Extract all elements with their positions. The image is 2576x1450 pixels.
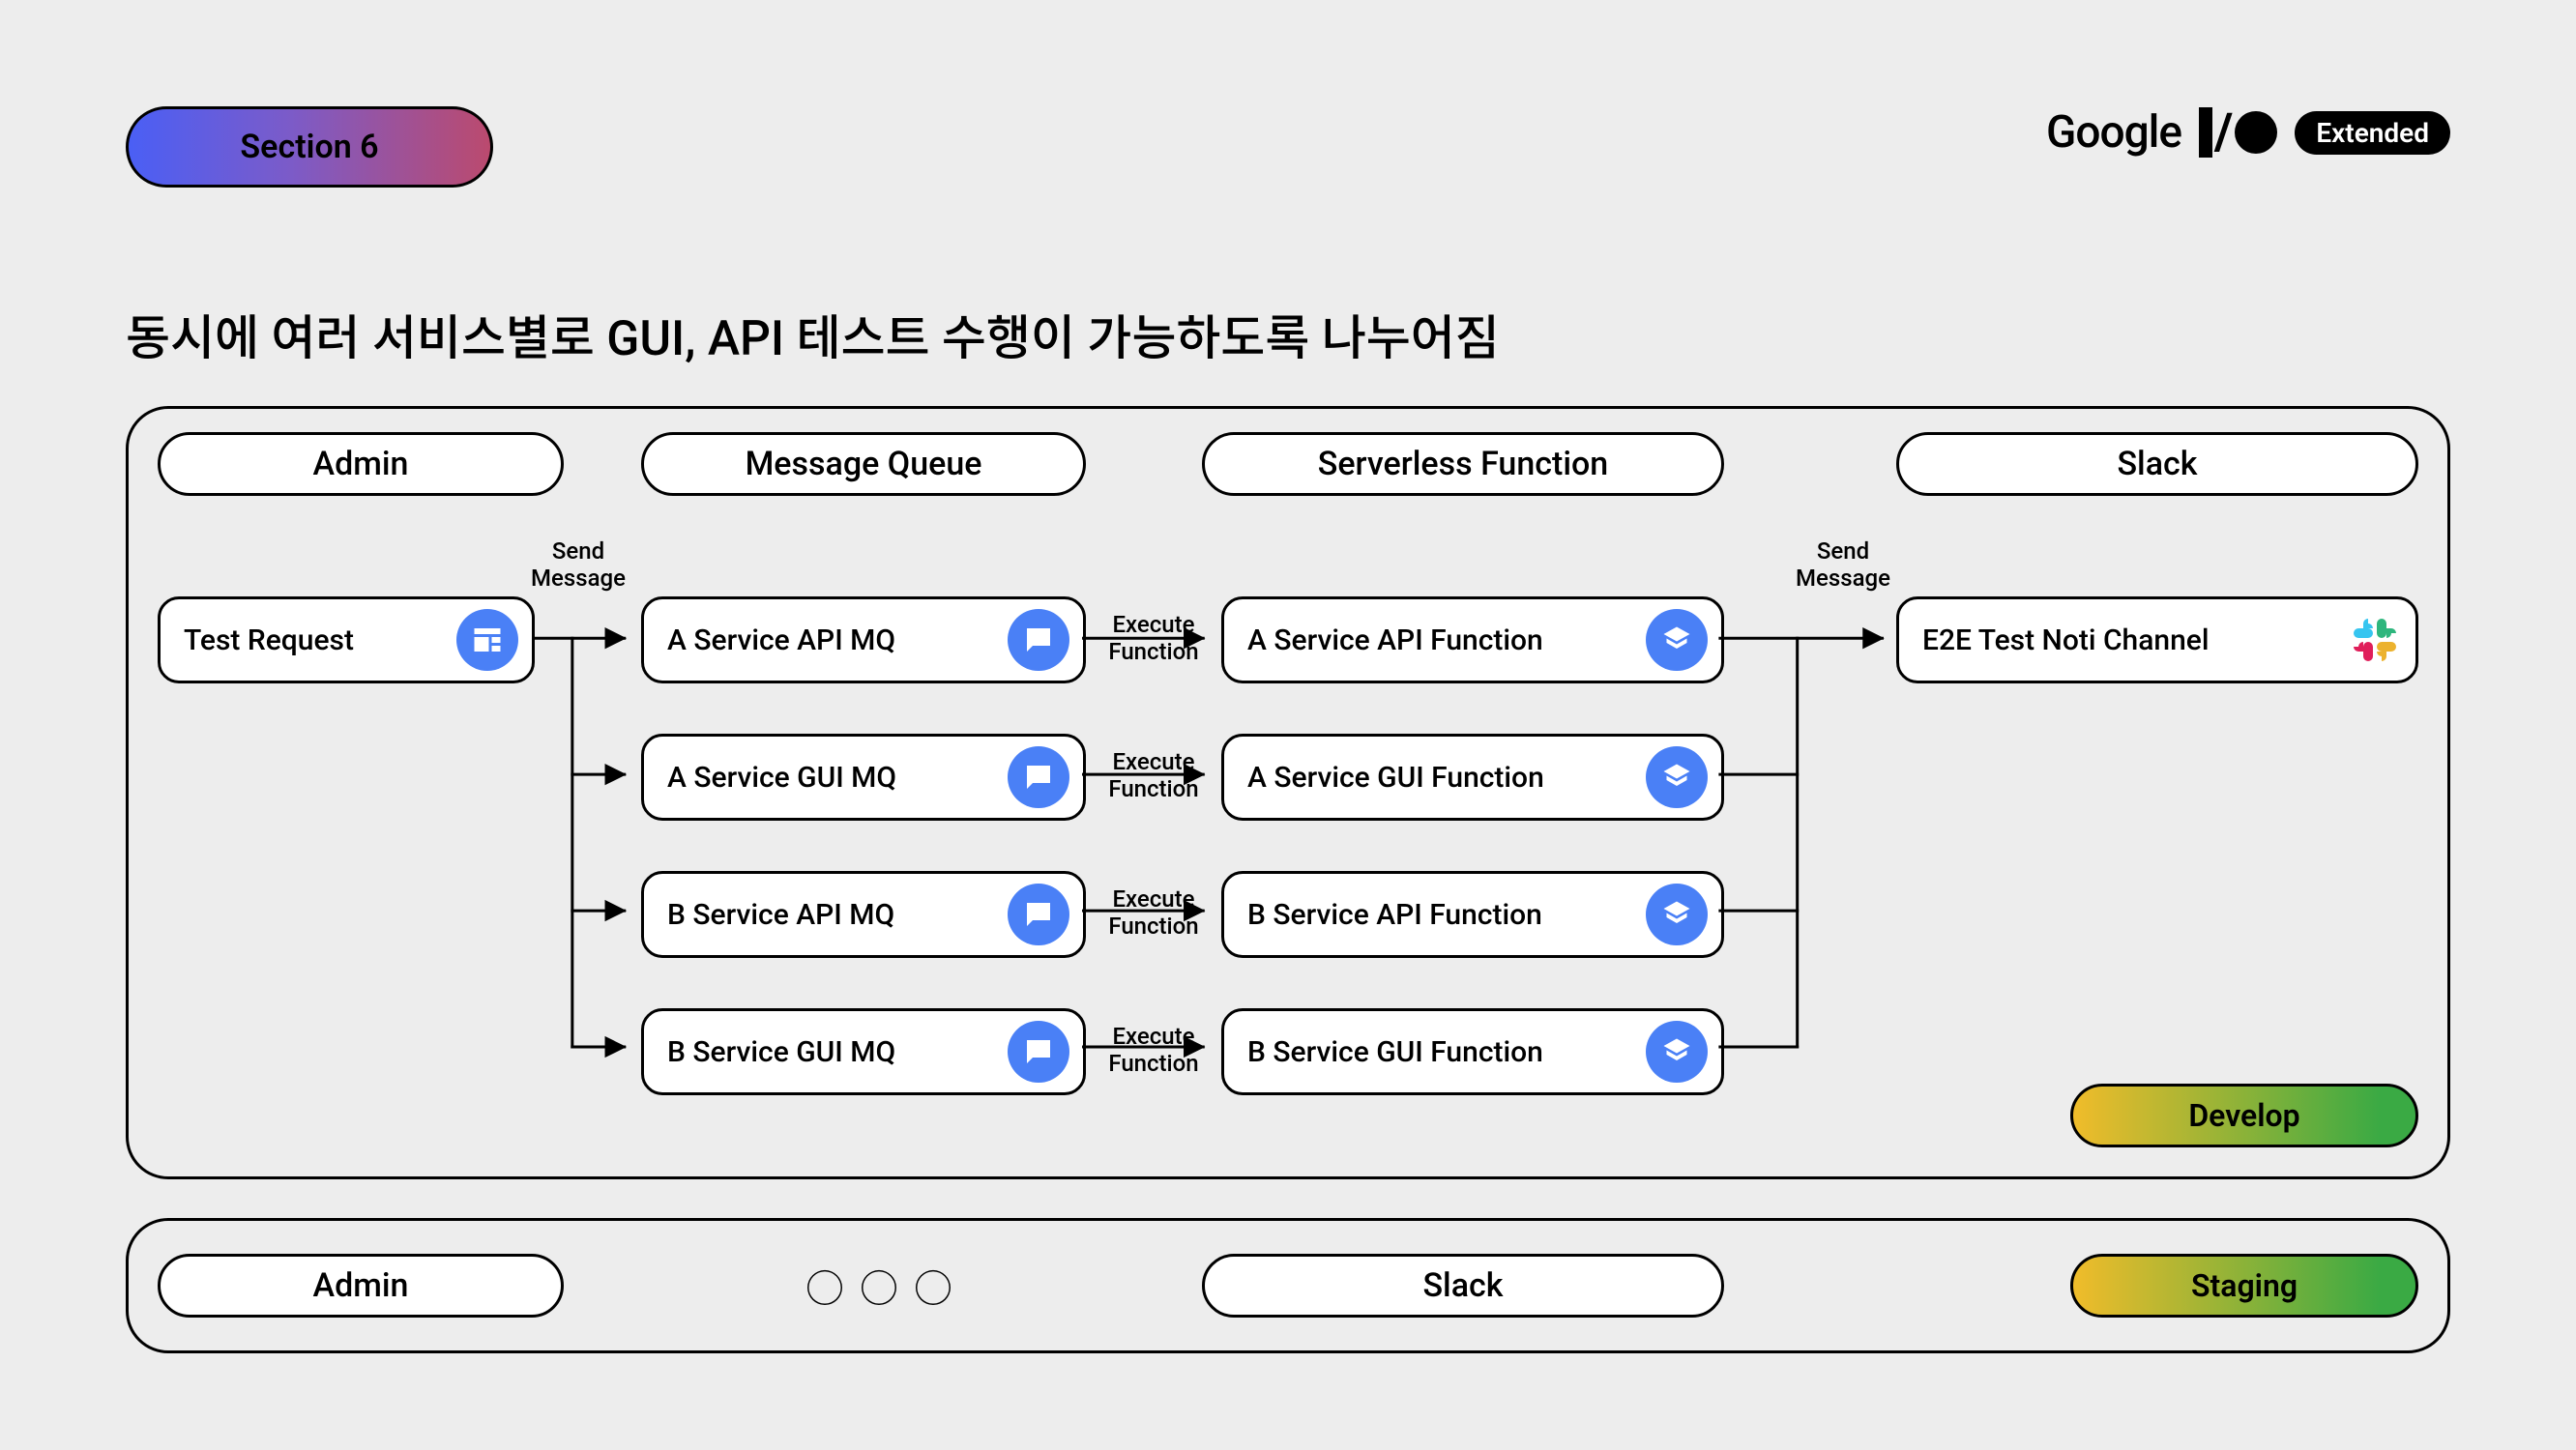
node-fn-b-gui: B Service GUI Function <box>1221 1008 1724 1095</box>
brand-logo: Google / Extended <box>2046 106 2450 159</box>
node-slack-channel: E2E Test Noti Channel <box>1896 596 2418 683</box>
section-badge: Section 6 <box>126 106 493 188</box>
staging-badge: Staging <box>2070 1254 2418 1318</box>
staging-ellipsis: ○○○ <box>805 1258 968 1314</box>
node-fn-a-gui: A Service GUI Function <box>1221 734 1724 821</box>
extended-pill: Extended <box>2295 111 2450 155</box>
node-label: E2E Test Noti Channel <box>1922 624 2334 657</box>
arrow-label-send-message-left: Send Message <box>525 538 631 592</box>
node-mq-a-gui: A Service GUI MQ <box>641 734 1086 821</box>
message-icon <box>1008 609 1069 671</box>
node-label: B Service API MQ <box>667 898 994 932</box>
message-icon <box>1008 746 1069 808</box>
column-header-serverless-function: Serverless Function <box>1202 432 1724 496</box>
column-header-admin: Admin <box>158 432 564 496</box>
staging-environment-box: Admin ○○○ Slack Staging <box>126 1218 2450 1353</box>
arrow-label-send-message-right: Send Message <box>1790 538 1896 592</box>
node-label: A Service GUI Function <box>1247 761 1632 795</box>
message-icon <box>1008 884 1069 945</box>
staging-column-slack: Slack <box>1202 1254 1724 1318</box>
message-icon <box>1008 1021 1069 1083</box>
node-mq-a-api: A Service API MQ <box>641 596 1086 683</box>
layers-icon <box>1646 746 1708 808</box>
node-label: Test Request <box>184 624 443 657</box>
slack-icon <box>2348 613 2402 667</box>
node-fn-a-api: A Service API Function <box>1221 596 1724 683</box>
layers-icon <box>1646 609 1708 671</box>
node-label: B Service GUI MQ <box>667 1035 994 1069</box>
node-label: B Service GUI Function <box>1247 1035 1632 1069</box>
node-mq-b-gui: B Service GUI MQ <box>641 1008 1086 1095</box>
node-label: A Service API MQ <box>667 624 994 657</box>
node-fn-b-api: B Service API Function <box>1221 871 1724 958</box>
staging-column-admin: Admin <box>158 1254 564 1318</box>
slide-title: 동시에 여러 서비스별로 GUI, API 테스트 수행이 가능하도록 나누어짐 <box>126 300 1500 369</box>
develop-environment-box: Admin Message Queue Serverless Function … <box>126 406 2450 1179</box>
node-label: B Service API Function <box>1247 898 1632 932</box>
node-label: A Service API Function <box>1247 624 1632 657</box>
arrow-label-execute-function-1: Execute Function <box>1096 612 1212 665</box>
layers-icon <box>1646 1021 1708 1083</box>
arrow-label-execute-function-4: Execute Function <box>1096 1024 1212 1077</box>
node-mq-b-api: B Service API MQ <box>641 871 1086 958</box>
io-logo: / <box>2199 107 2277 158</box>
arrow-label-execute-function-3: Execute Function <box>1096 886 1212 940</box>
google-wordmark: Google <box>2046 106 2181 159</box>
web-icon <box>456 609 518 671</box>
column-header-message-queue: Message Queue <box>641 432 1086 496</box>
layers-icon <box>1646 884 1708 945</box>
node-label: A Service GUI MQ <box>667 761 994 795</box>
arrow-label-execute-function-2: Execute Function <box>1096 749 1212 802</box>
column-header-slack: Slack <box>1896 432 2418 496</box>
develop-badge: Develop <box>2070 1084 2418 1147</box>
node-test-request: Test Request <box>158 596 535 683</box>
